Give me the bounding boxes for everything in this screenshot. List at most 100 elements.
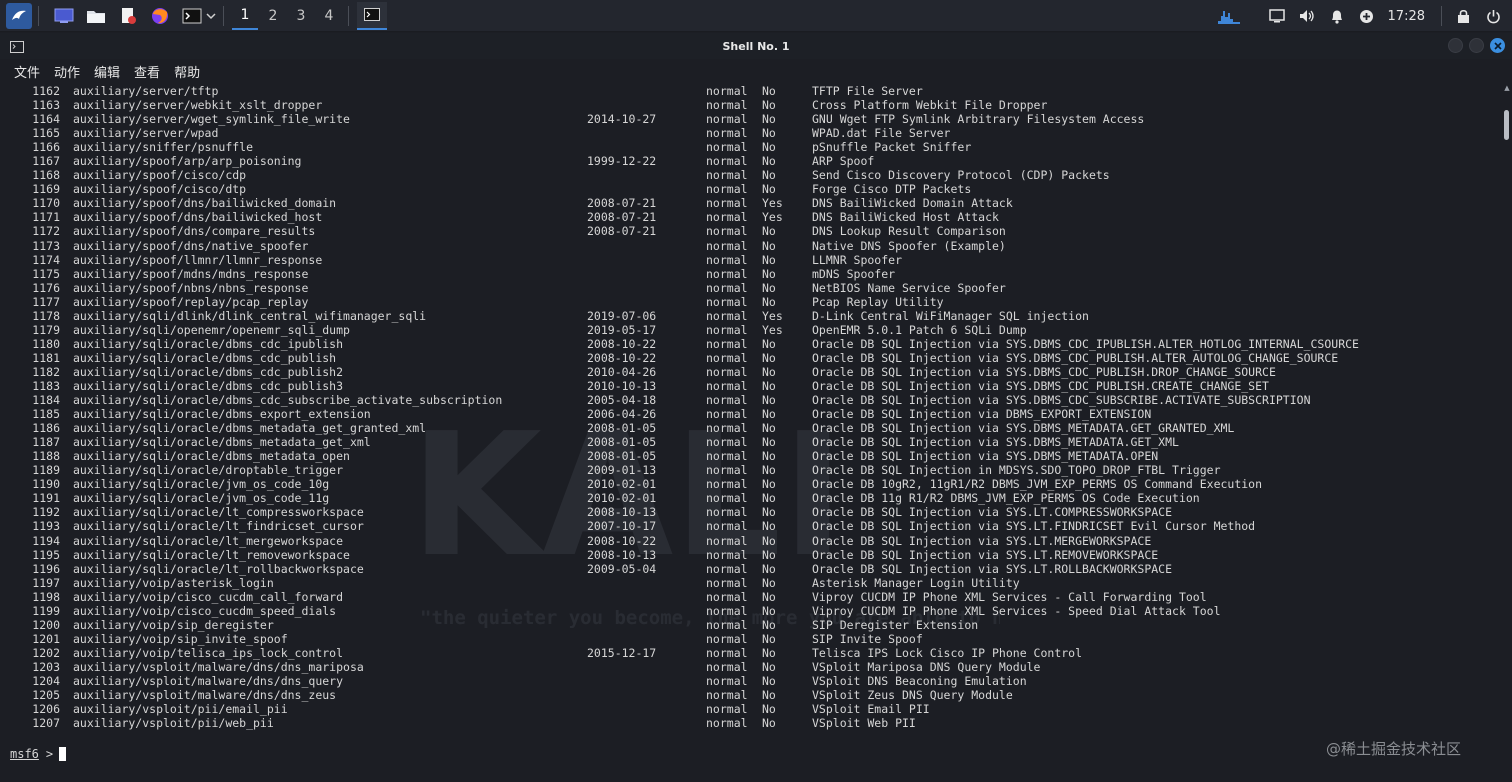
module-check: No	[762, 519, 776, 534]
module-name: auxiliary/sqli/dlink/dlink_central_wifim…	[73, 308, 427, 323]
chevron-down-icon[interactable]	[205, 3, 217, 29]
table-row: 1168 auxiliary/spoof/cisco/cdp normal No Sen…	[0, 168, 1502, 182]
table-row: 1202 auxiliary/voip/telisca_ips_lock_cont…	[0, 646, 1502, 660]
module-description: Oracle DB SQL Injection via SYS.DBMS_CDC…	[812, 393, 1311, 408]
module-rank: normal	[706, 491, 748, 506]
module-name: auxiliary/sqli/oracle/dbms_metadata_get_…	[73, 435, 371, 450]
module-check: No	[762, 294, 776, 309]
scroll-up-arrow-icon[interactable]: ▲	[1503, 84, 1511, 92]
module-check: No	[762, 688, 776, 703]
minimize-button[interactable]	[1448, 38, 1463, 53]
scrollbar-thumb[interactable]	[1504, 110, 1509, 140]
module-index: 1177	[32, 294, 60, 309]
table-row: 1189 auxiliary/sqli/oracle/droptable_trig…	[0, 463, 1502, 477]
module-description: Oracle DB SQL Injection via SYS.DBMS_CDC…	[812, 364, 1276, 379]
table-row: 1201 auxiliary/voip/sip_invite_spoof norma…	[0, 632, 1502, 646]
disclosure-date: 2010-04-26	[587, 364, 657, 379]
workspace-3[interactable]: 3	[288, 2, 314, 30]
module-index: 1182	[32, 364, 60, 379]
disclosure-date: 2008-07-21	[587, 196, 657, 211]
clock[interactable]: 17:28	[1388, 9, 1425, 24]
module-rank: normal	[706, 182, 748, 197]
workspace-2[interactable]: 2	[260, 2, 286, 30]
disclosure-date: 2014-10-27	[587, 112, 657, 127]
network-graph-icon[interactable]	[1216, 7, 1242, 25]
folder-icon[interactable]	[83, 3, 109, 29]
power-icon[interactable]	[1484, 7, 1502, 25]
disclosure-date: 2008-10-13	[587, 505, 657, 520]
workspace-4[interactable]: 4	[316, 2, 342, 30]
module-name: auxiliary/sniffer/psnuffle	[73, 140, 254, 155]
table-row: 1207 auxiliary/vsploit/pii/web_pii normal N…	[0, 716, 1502, 730]
menu-file[interactable]: 文件	[14, 62, 40, 81]
module-check: Yes	[762, 308, 783, 323]
desktop-icon[interactable]	[51, 3, 77, 29]
menu-actions[interactable]: 动作	[54, 62, 80, 81]
disclosure-date: 2008-01-05	[587, 421, 657, 436]
table-row: 1162 auxiliary/server/tftp normal No TFTP Fi…	[0, 84, 1502, 98]
update-icon[interactable]	[1358, 7, 1376, 25]
module-name: auxiliary/spoof/dns/compare_results	[73, 224, 316, 239]
table-row: 1173 auxiliary/spoof/dns/native_spoofer no…	[0, 239, 1502, 253]
module-check: No	[762, 631, 776, 646]
taskbar-window-shell[interactable]	[357, 1, 387, 30]
module-index: 1191	[32, 491, 60, 506]
table-row: 1190 auxiliary/sqli/oracle/jvm_os_code_10…	[0, 477, 1502, 491]
close-button[interactable]	[1490, 38, 1505, 53]
module-rank: normal	[706, 322, 748, 337]
disclosure-date: 2019-07-06	[587, 308, 657, 323]
module-name: auxiliary/vsploit/pii/web_pii	[73, 716, 274, 731]
module-description: Cross Platform Webkit File Dropper	[812, 98, 1048, 113]
module-name: auxiliary/vsploit/pii/email_pii	[73, 702, 288, 717]
module-check: No	[762, 505, 776, 520]
table-row: 1194 auxiliary/sqli/oracle/lt_mergeworksp…	[0, 534, 1502, 548]
module-name: auxiliary/spoof/mdns/mdns_response	[73, 266, 309, 281]
module-rank: normal	[706, 112, 748, 127]
module-index: 1198	[32, 589, 60, 604]
terminal-scrollbar[interactable]: ▲	[1502, 84, 1512, 782]
module-rank: normal	[706, 716, 748, 731]
menu-view[interactable]: 查看	[134, 62, 160, 81]
module-name: auxiliary/sqli/oracle/dbms_cdc_subscribe…	[73, 393, 503, 408]
module-description: Telisca IPS Lock Cisco IP Phone Control	[812, 645, 1083, 660]
module-rank: normal	[706, 154, 748, 169]
module-check: No	[762, 238, 776, 253]
table-row: 1192 auxiliary/sqli/oracle/lt_compresswor…	[0, 505, 1502, 519]
module-rank: normal	[706, 364, 748, 379]
bell-icon[interactable]	[1328, 7, 1346, 25]
module-index: 1189	[32, 463, 60, 478]
menu-help[interactable]: 帮助	[174, 62, 200, 81]
terminal-icon[interactable]	[179, 3, 205, 29]
module-index: 1193	[32, 519, 60, 534]
module-check: No	[762, 98, 776, 113]
module-description: OpenEMR 5.0.1 Patch 6 SQLi Dump	[812, 322, 1027, 337]
menu-edit[interactable]: 编辑	[94, 62, 120, 81]
module-rank: normal	[706, 589, 748, 604]
text-editor-icon[interactable]	[115, 3, 141, 29]
module-description: Oracle DB SQL Injection via SYS.DBMS_MET…	[812, 435, 1179, 450]
module-index: 1196	[32, 561, 60, 576]
module-name: auxiliary/sqli/openemr/openemr_sqli_dump	[73, 322, 350, 337]
terminal-output[interactable]: KALI "the quieter you become, the more y…	[0, 84, 1502, 782]
volume-icon[interactable]	[1298, 7, 1316, 25]
module-check: No	[762, 575, 776, 590]
window-titlebar[interactable]: Shell No. 1	[0, 33, 1512, 59]
module-description: Oracle DB SQL Injection via SYS.DBMS_MET…	[812, 449, 1159, 464]
module-index: 1179	[32, 322, 60, 337]
prompt-line[interactable]: msf6 >	[10, 746, 67, 762]
lock-icon[interactable]	[1454, 7, 1472, 25]
taskbar: 1 2 3 4 17:28	[0, 0, 1512, 32]
monitor-icon[interactable]	[1268, 7, 1286, 25]
module-check: No	[762, 547, 776, 562]
firefox-icon[interactable]	[147, 3, 173, 29]
module-name: auxiliary/sqli/oracle/jvm_os_code_10g	[73, 477, 330, 492]
module-check: No	[762, 112, 776, 127]
workspace-1[interactable]: 1	[232, 2, 258, 30]
module-index: 1180	[32, 336, 60, 351]
kali-dragon-icon[interactable]	[6, 2, 32, 29]
module-name: auxiliary/spoof/dns/bailiwicked_host	[73, 210, 323, 225]
maximize-button[interactable]	[1469, 38, 1484, 53]
module-name: auxiliary/vsploit/malware/dns/dns_zeus	[73, 688, 337, 703]
module-rank: normal	[706, 378, 748, 393]
module-name: auxiliary/sqli/oracle/dbms_cdc_ipublish	[73, 336, 344, 351]
